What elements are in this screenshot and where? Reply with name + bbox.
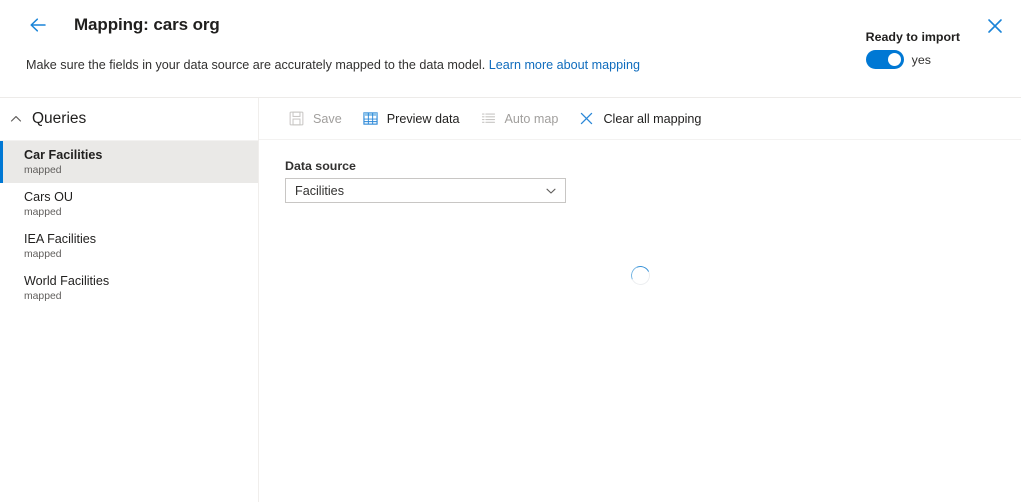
page-title: Mapping: cars org — [74, 15, 220, 34]
save-button-label: Save — [313, 111, 342, 126]
sidebar-item-iea-facilities[interactable]: IEA Facilities mapped — [0, 225, 258, 267]
list-item-status: mapped — [24, 207, 62, 218]
page-subtitle: Make sure the fields in your data source… — [26, 58, 640, 72]
mapping-main-pane: Save Preview data Auto map Clear all map… — [259, 98, 1021, 502]
list-item-name: Car Facilities — [24, 148, 103, 162]
sidebar-item-cars-ou[interactable]: Cars OU mapped — [0, 183, 258, 225]
data-source-field: Data source Facilities — [259, 140, 1021, 203]
auto-map-button-label: Auto map — [504, 111, 559, 126]
clear-all-mapping-button[interactable]: Clear all mapping — [578, 104, 701, 134]
preview-data-button[interactable]: Preview data — [362, 104, 460, 134]
list-item-name: World Facilities — [24, 274, 110, 288]
data-source-selected-value: Facilities — [295, 183, 344, 198]
queries-section-header[interactable]: Queries — [0, 98, 258, 141]
auto-map-button[interactable]: Auto map — [480, 104, 559, 134]
chevron-down-icon — [545, 185, 557, 197]
command-toolbar: Save Preview data Auto map Clear all map… — [259, 98, 1021, 140]
data-source-dropdown[interactable]: Facilities — [285, 178, 566, 203]
list-item-status: mapped — [24, 165, 62, 176]
ready-to-import-toggle-row: yes — [865, 50, 960, 69]
page-header: Mapping: cars org Make sure the fields i… — [0, 0, 1021, 98]
toggle-state-label: yes — [911, 52, 931, 67]
queries-section-title: Queries — [32, 110, 87, 127]
chevron-up-icon — [8, 111, 24, 127]
clear-all-mapping-button-label: Clear all mapping — [603, 111, 702, 126]
close-icon[interactable] — [982, 13, 1008, 39]
list-item-status: mapped — [24, 249, 62, 260]
save-button[interactable]: Save — [288, 104, 342, 134]
data-source-label: Data source — [285, 159, 356, 173]
spinner-icon — [627, 263, 653, 288]
list-icon — [480, 110, 497, 127]
title-row: Mapping: cars org — [26, 13, 220, 37]
toggle-knob — [887, 53, 901, 66]
table-grid-icon — [362, 110, 379, 127]
loading-area — [259, 263, 1021, 288]
ready-to-import-toggle[interactable] — [865, 50, 904, 69]
ready-to-import-block: Ready to import yes — [865, 30, 960, 69]
preview-data-button-label: Preview data — [386, 111, 460, 126]
ready-to-import-label: Ready to import — [865, 30, 960, 44]
subtitle-text: Make sure the fields in your data source… — [26, 58, 486, 72]
queries-list: Car Facilities mapped Cars OU mapped IEA… — [0, 141, 258, 309]
body-container: Queries Car Facilities mapped Cars OU ma… — [0, 98, 1021, 502]
list-item-status: mapped — [24, 291, 62, 302]
sidebar-item-world-facilities[interactable]: World Facilities mapped — [0, 267, 258, 309]
save-icon — [288, 110, 305, 127]
list-item-name: IEA Facilities — [24, 232, 97, 246]
learn-more-link[interactable]: Learn more about mapping — [489, 58, 640, 72]
arrow-left-icon[interactable] — [26, 13, 50, 37]
close-x-icon — [578, 110, 595, 127]
queries-sidebar: Queries Car Facilities mapped Cars OU ma… — [0, 98, 259, 502]
sidebar-item-car-facilities[interactable]: Car Facilities mapped — [0, 141, 258, 183]
list-item-name: Cars OU — [24, 190, 73, 204]
